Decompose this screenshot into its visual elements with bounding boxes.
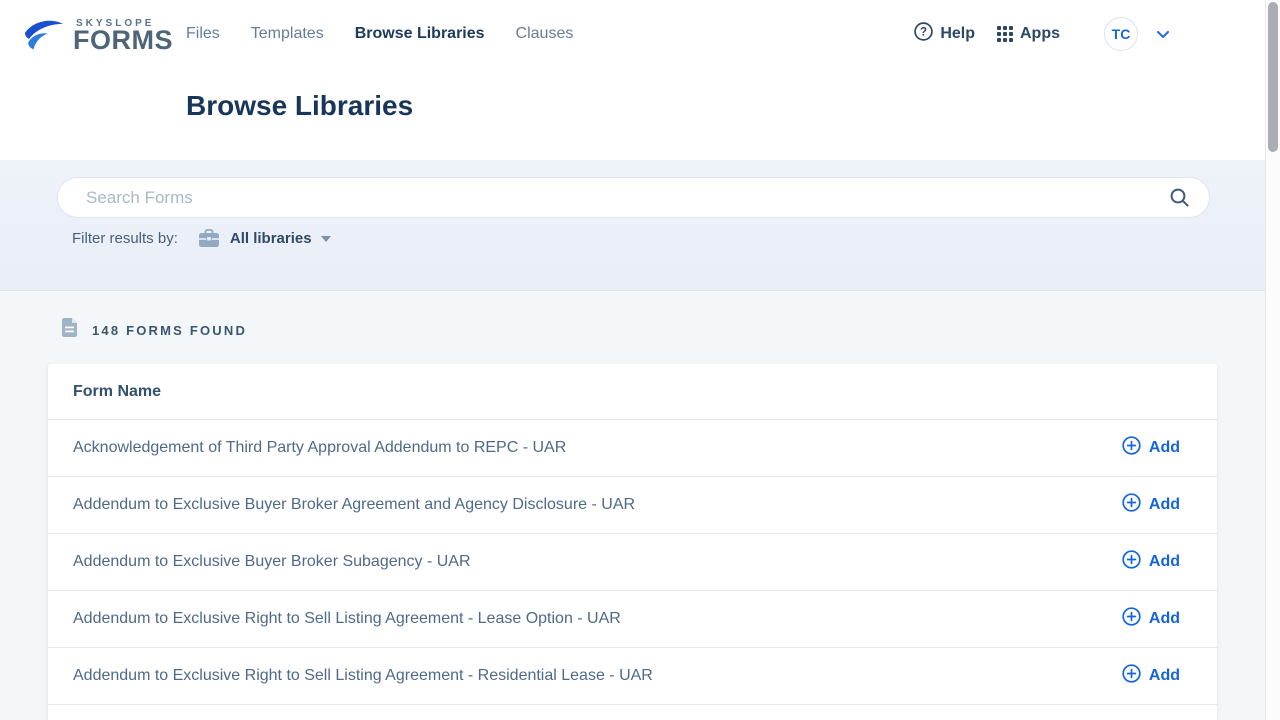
nav-item-templates[interactable]: Templates: [251, 25, 324, 43]
plus-circle-icon: [1122, 607, 1141, 631]
scrollbar-thumb[interactable]: [1268, 2, 1278, 152]
nav-item-clauses[interactable]: Clauses: [516, 25, 574, 43]
apps-label: Apps: [1020, 25, 1060, 43]
logo-line2: FORMS: [73, 29, 173, 52]
question-circle-icon: ?: [914, 22, 933, 46]
skyslope-swoosh-icon: [22, 18, 66, 63]
app-header: SKYSLOPE FORMS Files Templates Browse Libr…: [0, 0, 1265, 160]
add-label: Add: [1149, 667, 1180, 685]
plus-circle-icon: [1122, 664, 1141, 688]
svg-text:?: ?: [920, 27, 927, 39]
search-input[interactable]: [86, 188, 1169, 208]
search-icon[interactable]: [1169, 187, 1190, 208]
form-name: Addendum to Exclusive Buyer Broker Agree…: [73, 496, 1122, 514]
add-form-button[interactable]: Add: [1122, 607, 1180, 631]
results-count-row: 148 FORMS FOUND: [61, 317, 247, 343]
apps-button[interactable]: Apps: [997, 25, 1060, 43]
form-name: Addendum to Exclusive Right to Sell List…: [73, 667, 1122, 685]
plus-circle-icon: [1122, 493, 1141, 517]
help-label: Help: [940, 25, 975, 43]
table-row: Addendum to Exclusive Buyer Broker Subag…: [48, 534, 1217, 591]
nav-item-files[interactable]: Files: [186, 25, 220, 43]
filter-label: Filter results by:: [72, 230, 178, 247]
table-body: Acknowledgement of Third Party Approval …: [48, 420, 1217, 705]
table-row: Addendum to Exclusive Right to Sell List…: [48, 648, 1217, 705]
grid-icon: [997, 26, 1013, 42]
search-filter-section: Filter results by: All libraries: [0, 160, 1265, 291]
document-icon: [61, 317, 78, 343]
plus-circle-icon: [1122, 436, 1141, 460]
add-label: Add: [1149, 553, 1180, 571]
add-label: Add: [1149, 439, 1180, 457]
caret-down-icon[interactable]: [321, 236, 331, 242]
page-scrollbar[interactable]: [1265, 0, 1280, 720]
skyslope-forms-logo[interactable]: SKYSLOPE FORMS: [22, 18, 173, 63]
form-name: Acknowledgement of Third Party Approval …: [73, 439, 1122, 457]
filter-row: Filter results by: All libraries: [72, 229, 331, 248]
avatar-initials: TC: [1112, 26, 1131, 42]
table-row: Addendum to Exclusive Buyer Broker Agree…: [48, 477, 1217, 534]
table-header-row: Form Name: [48, 364, 1217, 420]
add-form-button[interactable]: Add: [1122, 664, 1180, 688]
table-row: Acknowledgement of Third Party Approval …: [48, 420, 1217, 477]
form-name: Addendum to Exclusive Buyer Broker Subag…: [73, 553, 1122, 571]
nav-item-browse-libraries[interactable]: Browse Libraries: [355, 25, 485, 43]
library-filter-dropdown[interactable]: All libraries: [230, 230, 312, 247]
add-label: Add: [1149, 610, 1180, 628]
add-form-button[interactable]: Add: [1122, 436, 1180, 460]
primary-nav: Files Templates Browse Libraries Clauses: [186, 25, 573, 43]
header-actions: ? Help Apps TC: [914, 17, 1170, 51]
results-count-label: 148 FORMS FOUND: [92, 323, 247, 338]
results-section: 148 FORMS FOUND Form Name Acknowledgemen…: [0, 292, 1265, 720]
add-label: Add: [1149, 496, 1180, 514]
help-button[interactable]: ? Help: [914, 22, 975, 46]
column-header-form-name: Form Name: [73, 383, 161, 401]
page-title: Browse Libraries: [186, 90, 413, 122]
plus-circle-icon: [1122, 550, 1141, 574]
search-bar: [57, 177, 1210, 218]
logo-wordmark: SKYSLOPE FORMS: [73, 18, 173, 52]
briefcase-icon: [198, 229, 220, 248]
chevron-down-icon[interactable]: [1156, 30, 1170, 39]
add-form-button[interactable]: Add: [1122, 550, 1180, 574]
forms-table: Form Name Acknowledgement of Third Party…: [48, 364, 1217, 720]
form-name: Addendum to Exclusive Right to Sell List…: [73, 610, 1122, 628]
add-form-button[interactable]: Add: [1122, 493, 1180, 517]
avatar[interactable]: TC: [1104, 17, 1138, 51]
table-row: Addendum to Exclusive Right to Sell List…: [48, 591, 1217, 648]
